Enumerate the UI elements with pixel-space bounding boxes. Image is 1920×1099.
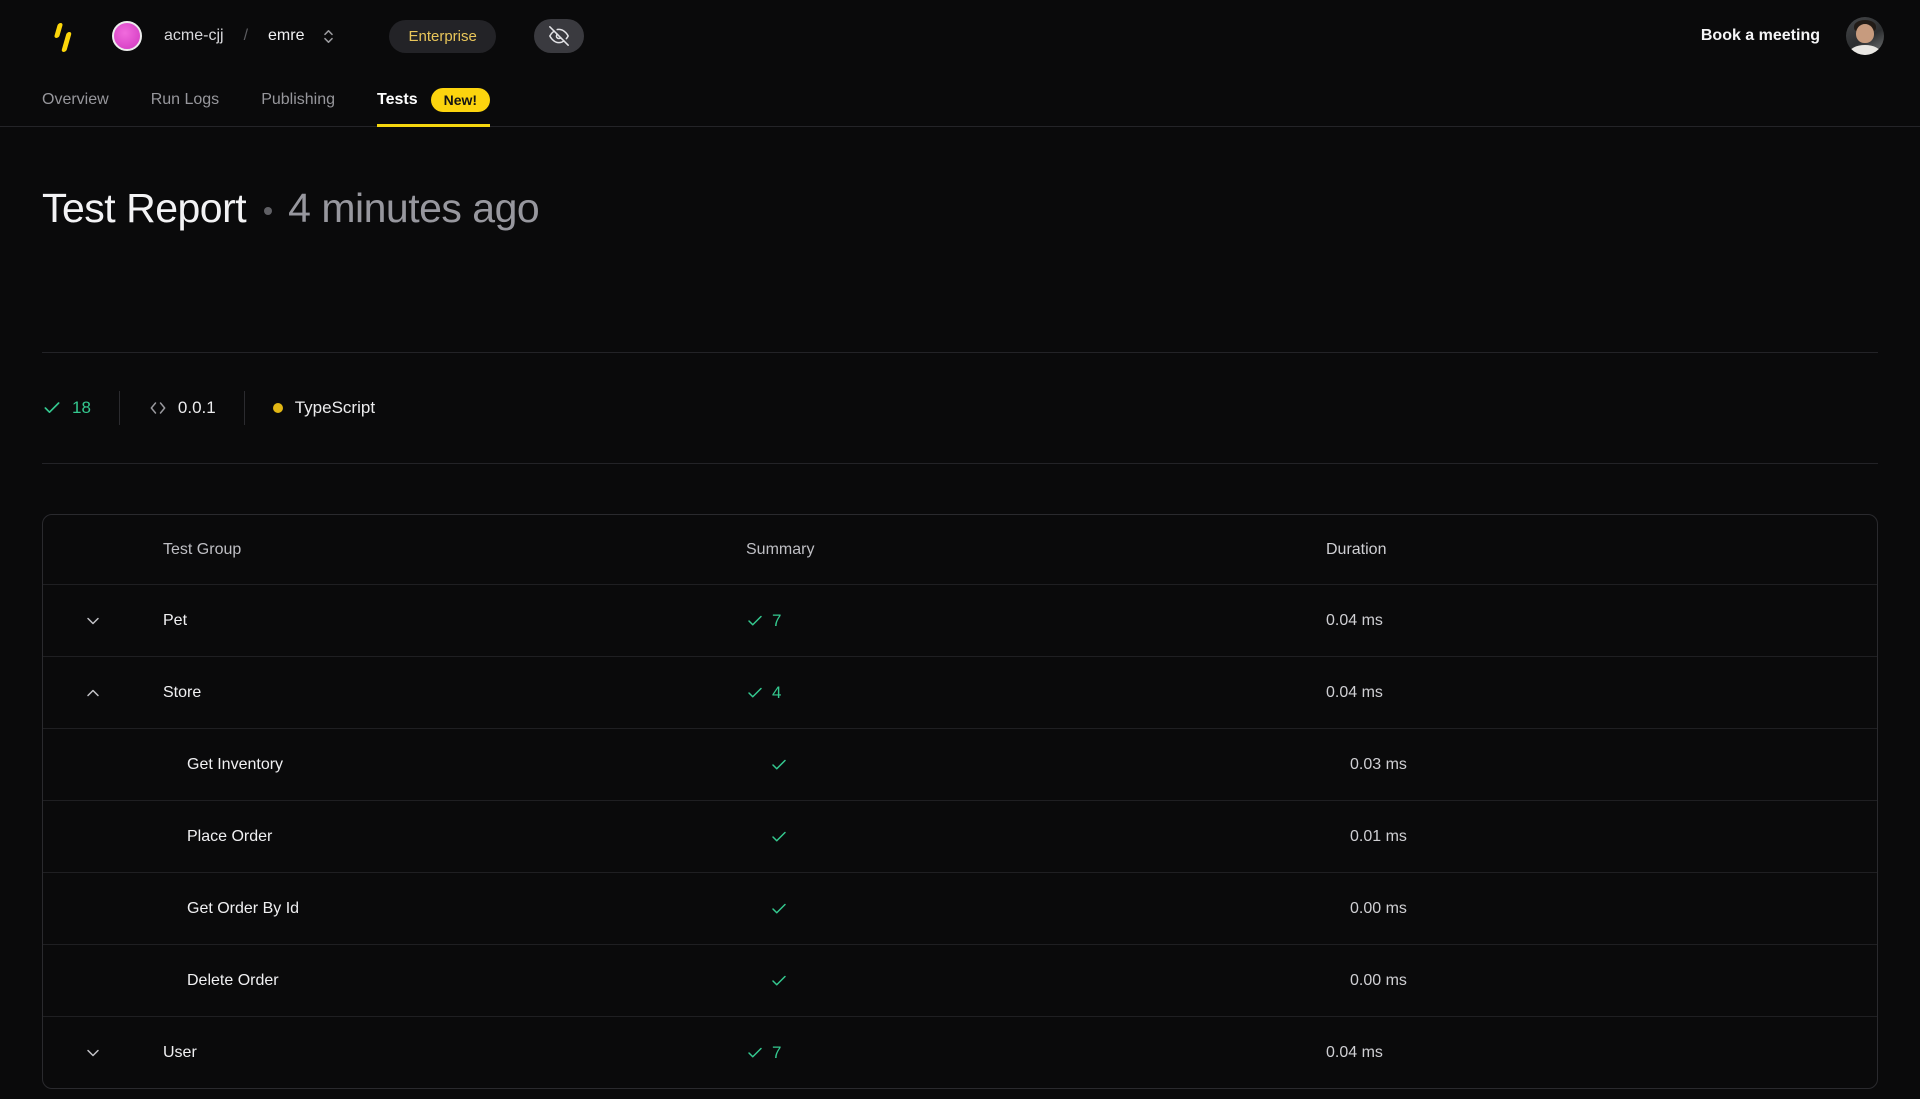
tab-publishing[interactable]: Publishing (261, 72, 335, 127)
check-icon (42, 398, 62, 418)
page-title-text: Test Report (42, 185, 246, 232)
code-icon (148, 398, 168, 418)
passed-count: 7 (772, 1043, 781, 1063)
main-content: Test Report 4 minutes ago 18 0.0.1 (0, 184, 1920, 1089)
check-icon (746, 612, 764, 630)
header-duration: Duration (1281, 541, 1877, 559)
table-row-test-delete-order: Delete Order 0.00 ms (43, 944, 1877, 1016)
app-root: acme-cjj / emre Enterprise Book a meetin… (0, 0, 1920, 1089)
page-timestamp: 4 minutes ago (288, 185, 539, 232)
duration-value: 0.00 ms (1281, 972, 1877, 990)
chevron-down-icon[interactable] (83, 1043, 103, 1063)
language-dot-icon (273, 403, 283, 413)
stats-row: 18 0.0.1 TypeScript (42, 353, 1878, 463)
duration-value: 0.04 ms (1281, 684, 1877, 702)
project-name: emre (268, 27, 304, 45)
passed-count: 18 (72, 398, 91, 418)
table-header-row: Test Group Summary Duration (43, 515, 1877, 584)
org-project-switcher[interactable]: acme-cjj / emre (112, 21, 337, 51)
table-row-test-get-inventory: Get Inventory 0.03 ms (43, 728, 1877, 800)
table-row-group-user[interactable]: User 7 0.04 ms (43, 1016, 1877, 1088)
tab-bar: Overview Run Logs Publishing Tests New! (0, 72, 1920, 127)
new-badge: New! (431, 88, 490, 112)
passed-count: 7 (772, 611, 781, 631)
test-group-label: Store (163, 684, 201, 702)
chevron-up-down-icon (320, 28, 337, 45)
stat-language: TypeScript (273, 398, 375, 418)
duration-value: 0.04 ms (1281, 612, 1877, 630)
plan-badge: Enterprise (389, 20, 495, 53)
check-icon (746, 1044, 764, 1062)
test-label: Place Order (187, 828, 272, 846)
stats-divider (119, 391, 120, 425)
chevron-up-icon[interactable] (83, 683, 103, 703)
language-value: TypeScript (295, 398, 375, 418)
tab-overview[interactable]: Overview (42, 72, 109, 127)
test-label: Delete Order (187, 972, 279, 990)
test-group-label: User (163, 1044, 197, 1062)
chevron-down-icon[interactable] (83, 611, 103, 631)
check-icon (770, 972, 788, 990)
org-avatar (112, 21, 142, 51)
duration-value: 0.01 ms (1281, 828, 1877, 846)
stat-version: 0.0.1 (148, 398, 216, 418)
table-row-test-get-order-by-id: Get Order By Id 0.00 ms (43, 872, 1877, 944)
duration-value: 0.00 ms (1281, 900, 1877, 918)
test-label: Get Inventory (187, 756, 283, 774)
duration-value: 0.04 ms (1281, 1044, 1877, 1062)
check-icon (746, 684, 764, 702)
book-a-meeting-link[interactable]: Book a meeting (1701, 27, 1820, 45)
tab-tests[interactable]: Tests New! (377, 72, 490, 127)
stat-tests-passed: 18 (42, 398, 91, 418)
page-title: Test Report 4 minutes ago (42, 184, 1878, 232)
visibility-toggle-button[interactable] (534, 19, 584, 53)
topbar: acme-cjj / emre Enterprise Book a meetin… (0, 0, 1920, 72)
stats-divider (244, 391, 245, 425)
check-icon (770, 756, 788, 774)
version-value: 0.0.1 (178, 398, 216, 418)
tab-run-logs[interactable]: Run Logs (151, 72, 220, 127)
check-icon (770, 828, 788, 846)
header-summary: Summary (701, 541, 1281, 559)
passed-count: 4 (772, 683, 781, 703)
title-separator-dot (264, 207, 272, 215)
table-row-test-place-order: Place Order 0.01 ms (43, 800, 1877, 872)
duration-value: 0.03 ms (1281, 756, 1877, 774)
test-report-table: Test Group Summary Duration Pet 7 0 (42, 514, 1878, 1089)
tab-tests-label: Tests (377, 91, 418, 109)
header-test-group: Test Group (43, 515, 701, 584)
eye-off-icon (549, 26, 569, 46)
check-icon (770, 900, 788, 918)
divider (42, 463, 1878, 464)
table-row-group-store[interactable]: Store 4 0.04 ms (43, 656, 1877, 728)
org-name: acme-cjj (164, 27, 224, 45)
test-group-label: Pet (163, 612, 187, 630)
breadcrumb-separator: / (244, 27, 248, 45)
table-row-group-pet[interactable]: Pet 7 0.04 ms (43, 584, 1877, 656)
profile-avatar[interactable] (1846, 17, 1884, 55)
logo-icon[interactable] (50, 16, 76, 56)
test-label: Get Order By Id (187, 900, 299, 918)
